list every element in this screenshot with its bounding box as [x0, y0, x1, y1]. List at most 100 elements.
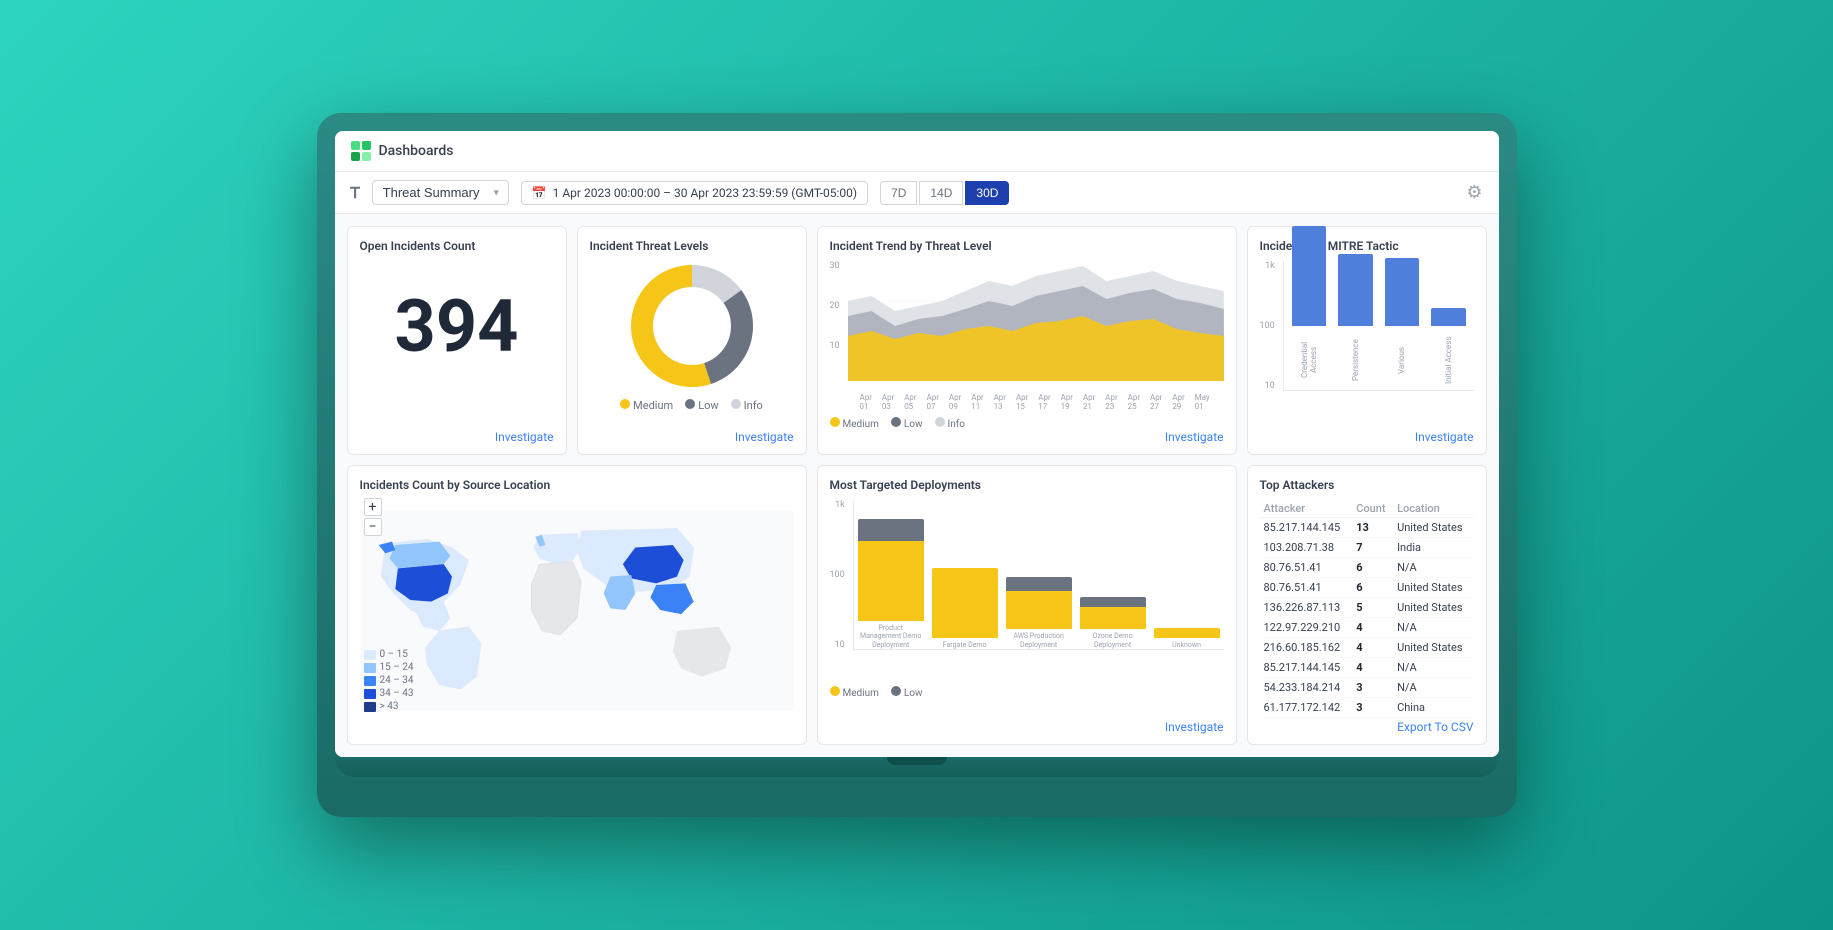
trend-chart-legend: Medium Low Info [830, 417, 1224, 430]
laptop-frame: Dashboards 𝖳 Threat Summary 📅 1 Apr 2023… [317, 113, 1517, 817]
world-map-svg [360, 510, 794, 710]
table-row: 80.76.51.41 6 N/A [1260, 558, 1474, 578]
y-axis-30: 30 [830, 261, 840, 271]
attacker-location: India [1393, 538, 1473, 558]
incident-threat-levels-title: Incident Threat Levels [590, 239, 794, 253]
table-row: 136.226.87.113 5 United States [1260, 598, 1474, 618]
area-chart-svg [848, 261, 1224, 381]
attacker-ip: 61.177.172.142 [1260, 698, 1353, 718]
bar-initial-access: Initial Access [1431, 308, 1465, 390]
zoom-in-button[interactable]: + [364, 498, 382, 516]
attacker-count: 4 [1352, 618, 1393, 638]
col-count: Count [1352, 500, 1393, 518]
mitre-investigate[interactable]: Investigate [1415, 430, 1474, 444]
attacker-ip: 80.76.51.41 [1260, 558, 1353, 578]
attacker-location: N/A [1393, 558, 1473, 578]
attacker-count: 3 [1352, 678, 1393, 698]
bar-ozone: Ozone Demo Deployment [1080, 597, 1146, 649]
dep-y-10: 10 [830, 640, 845, 650]
donut-legend: Medium Low Info [620, 399, 763, 412]
incident-trend-title: Incident Trend by Threat Level [830, 239, 1224, 253]
mitre-y-100: 100 [1260, 321, 1275, 331]
attacker-count: 6 [1352, 558, 1393, 578]
app-header: Dashboards [335, 131, 1499, 172]
mitre-y-10: 10 [1260, 381, 1275, 391]
app-title: Dashboards [379, 143, 454, 159]
incident-trend-card: Incident Trend by Threat Level 30 20 10 [817, 226, 1237, 455]
col-attacker: Attacker [1260, 500, 1353, 518]
attacker-ip: 103.208.71.38 [1260, 538, 1353, 558]
bar-unknown: Unknown [1154, 628, 1220, 649]
donut-chart-container: Medium Low Info [590, 261, 794, 442]
y-axis-10: 10 [830, 341, 840, 351]
table-row: 61.177.172.142 3 China [1260, 698, 1474, 718]
bar-credential-access: Credential Access [1292, 226, 1326, 390]
top-attackers-title: Top Attackers [1260, 478, 1474, 492]
time-btn-14d[interactable]: 14D [919, 181, 963, 205]
attacker-count: 5 [1352, 598, 1393, 618]
attacker-ip: 85.217.144.145 [1260, 518, 1353, 538]
dashboard-dropdown[interactable]: Threat Summary [372, 180, 509, 205]
settings-icon[interactable]: ⚙ [1466, 182, 1482, 203]
time-btn-30d[interactable]: 30D [965, 181, 1009, 205]
bar-aws: AWS Production Deployment [1006, 577, 1072, 649]
dep-y-100: 100 [830, 570, 845, 580]
attacker-count: 4 [1352, 658, 1393, 678]
attacker-location: United States [1393, 578, 1473, 598]
laptop-notch [887, 757, 947, 765]
table-row: 122.97.229.210 4 N/A [1260, 618, 1474, 638]
toolbar: 𝖳 Threat Summary 📅 1 Apr 2023 00:00:00 –… [335, 172, 1499, 214]
bar-product-mgmt: Product Management Demo Deployment [858, 519, 924, 649]
col-location: Location [1393, 500, 1473, 518]
attacker-count: 7 [1352, 538, 1393, 558]
deployments-investigate[interactable]: Investigate [1165, 720, 1224, 734]
attacker-ip: 136.226.87.113 [1260, 598, 1353, 618]
open-incidents-investigate[interactable]: Investigate [495, 430, 554, 444]
export-csv-link[interactable]: Export To CSV [1397, 720, 1473, 734]
legend-info: Info [731, 399, 763, 412]
top-attackers-card: Top Attackers Attacker Count Location 85… [1247, 465, 1487, 745]
map-zoom-controls: + − [364, 498, 382, 536]
date-range-button[interactable]: 📅 1 Apr 2023 00:00:00 – 30 Apr 2023 23:5… [521, 181, 868, 205]
table-row: 85.217.144.145 13 United States [1260, 518, 1474, 538]
laptop-screen: Dashboards 𝖳 Threat Summary 📅 1 Apr 2023… [335, 131, 1499, 757]
dashboard-grid: Open Incidents Count 394 Investigate Inc… [335, 214, 1499, 757]
table-row: 103.208.71.38 7 India [1260, 538, 1474, 558]
dashboard-dropdown-wrapper[interactable]: Threat Summary [372, 180, 509, 205]
x-axis-labels: Apr 01Apr 03Apr 05Apr 07Apr 09Apr 11Apr … [860, 393, 1224, 411]
attacker-count: 3 [1352, 698, 1393, 718]
mitre-y-1k: 1k [1260, 261, 1275, 271]
bar-persistence: Persistence [1338, 254, 1372, 390]
incident-threat-levels-card: Incident Threat Levels Medium [577, 226, 807, 455]
zoom-out-button[interactable]: − [364, 518, 382, 536]
source-location-card: Incidents Count by Source Location + − [347, 465, 807, 745]
attacker-count: 13 [1352, 518, 1393, 538]
time-range-buttons: 7D 14D 30D [880, 181, 1009, 205]
donut-chart [627, 261, 757, 391]
y-axis-20: 20 [830, 301, 840, 311]
attacker-ip: 54.233.184.214 [1260, 678, 1353, 698]
most-targeted-title: Most Targeted Deployments [830, 478, 1224, 492]
bar-various: Various [1385, 258, 1419, 390]
dep-y-1k: 1k [830, 500, 845, 510]
attacker-location: United States [1393, 598, 1473, 618]
attacker-location: N/A [1393, 618, 1473, 638]
attackers-table: Attacker Count Location 85.217.144.145 1… [1260, 500, 1474, 718]
app-logo [351, 141, 371, 161]
laptop-base [335, 757, 1499, 777]
time-btn-7d[interactable]: 7D [880, 181, 917, 205]
attacker-location: United States [1393, 518, 1473, 538]
open-incidents-count: 394 [360, 261, 554, 403]
date-range-text: 1 Apr 2023 00:00:00 – 30 Apr 2023 23:59:… [553, 186, 857, 200]
calendar-icon: 📅 [532, 186, 547, 200]
threat-levels-investigate[interactable]: Investigate [735, 430, 794, 444]
open-incidents-card: Open Incidents Count 394 Investigate [347, 226, 567, 455]
bar-fargate: Fargate Demo [932, 568, 998, 649]
incident-trend-investigate[interactable]: Investigate [1165, 430, 1224, 444]
attacker-ip: 80.76.51.41 [1260, 578, 1353, 598]
attacker-location: China [1393, 698, 1473, 718]
deployments-legend: Medium Low [830, 686, 1224, 699]
most-targeted-card: Most Targeted Deployments 1k 100 10 [817, 465, 1237, 745]
source-location-title: Incidents Count by Source Location [360, 478, 794, 492]
mitre-tactic-card: Incidents by MITRE Tactic 1k 100 10 Cred… [1247, 226, 1487, 455]
